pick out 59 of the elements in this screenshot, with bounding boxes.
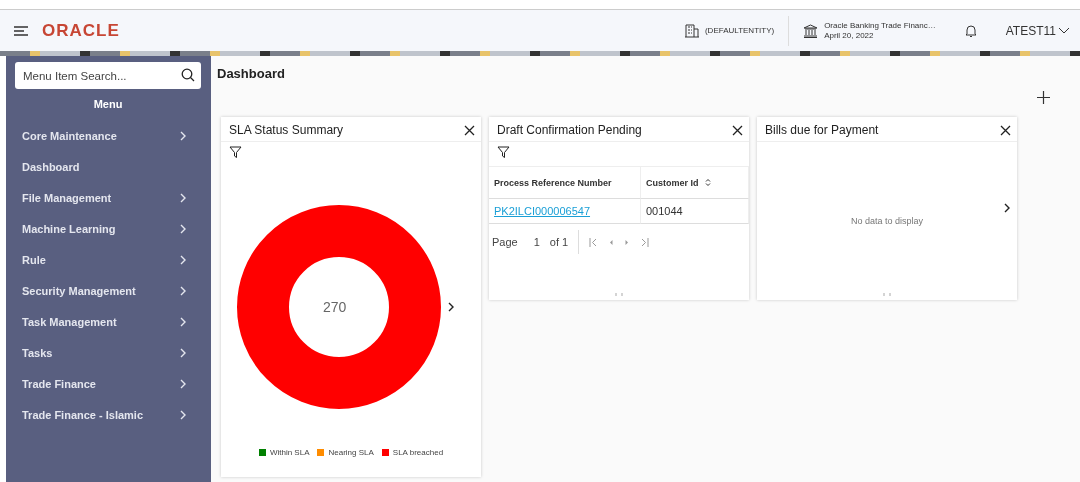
menu-item[interactable]: File Management (15, 182, 201, 213)
first-page-icon[interactable] (589, 237, 599, 247)
filter-icon[interactable] (497, 146, 510, 159)
legend-item: Within SLA (258, 448, 310, 457)
card-title: Bills due for Payment (765, 123, 879, 137)
page-title: Dashboard (217, 66, 286, 81)
last-page-icon[interactable] (640, 237, 650, 247)
chevron-right-icon (179, 409, 187, 420)
menu-item[interactable]: Dashboard (15, 151, 201, 182)
chevron-right-icon (179, 285, 187, 296)
chevron-right-icon (179, 192, 187, 203)
reference-link[interactable]: PK2ILCI000006547 (494, 205, 591, 217)
search-icon[interactable] (181, 68, 195, 82)
empty-message: No data to display (850, 216, 923, 226)
chevron-right-icon (447, 302, 455, 312)
chevron-right-icon (179, 378, 187, 389)
logo[interactable]: ORACLE (42, 20, 120, 41)
menu-title: Menu (92, 97, 124, 112)
entity-label[interactable]: (DEFAULTENTITY) (704, 26, 775, 35)
bell-icon[interactable] (963, 23, 978, 38)
menu-icon[interactable] (14, 25, 28, 36)
menu-item[interactable]: Trade Finance - Islamic (15, 399, 201, 430)
search-field[interactable]: Menu Item Search... (15, 62, 201, 89)
menu-item[interactable]: Tasks (15, 337, 201, 368)
chevron-down-icon[interactable] (1058, 26, 1070, 35)
menu-item[interactable]: Core Maintenance (15, 120, 201, 151)
column-header[interactable]: Process Reference Number (489, 166, 641, 199)
user-menu[interactable]: ATEST11 (1005, 23, 1056, 38)
chevron-right-icon (1003, 202, 1011, 213)
card-title: SLA Status Summary (229, 123, 344, 137)
table-cell: 001044 (641, 199, 749, 224)
legend-item: Nearing SLA (317, 448, 374, 457)
page-label: Page (492, 236, 518, 248)
close-button[interactable] (1000, 124, 1011, 136)
bank-name[interactable]: Oracle Banking Trade Financ… (824, 20, 936, 31)
page-count: of 1 (549, 236, 569, 248)
menu-item[interactable]: Machine Learning (15, 213, 201, 244)
filter-icon[interactable] (229, 146, 242, 159)
menu-item[interactable]: Task Management (15, 306, 201, 337)
page-number[interactable]: 1 (533, 236, 540, 248)
building-icon (684, 23, 699, 38)
menu-item[interactable]: Rule (15, 244, 201, 275)
chevron-right-icon (179, 347, 187, 358)
chevron-right-icon (179, 130, 187, 141)
chevron-right-icon (179, 316, 187, 327)
add-icon[interactable] (1037, 91, 1050, 104)
close-button[interactable] (732, 124, 743, 136)
chevron-right-icon (179, 254, 187, 265)
menu-item[interactable]: Security Management (15, 275, 201, 306)
sort-icon[interactable] (704, 178, 711, 187)
menu-item[interactable]: Trade Finance (15, 368, 201, 399)
chevron-right-icon (179, 223, 187, 234)
close-button[interactable] (464, 124, 475, 136)
bank-icon (803, 23, 819, 38)
business-date: April 20, 2022 (824, 30, 875, 41)
column-header[interactable]: Customer Id (641, 166, 749, 199)
total-count: 270 (323, 299, 347, 315)
card-title: Draft Confirmation Pending (497, 123, 642, 137)
legend-item: SLA breached (381, 448, 444, 457)
